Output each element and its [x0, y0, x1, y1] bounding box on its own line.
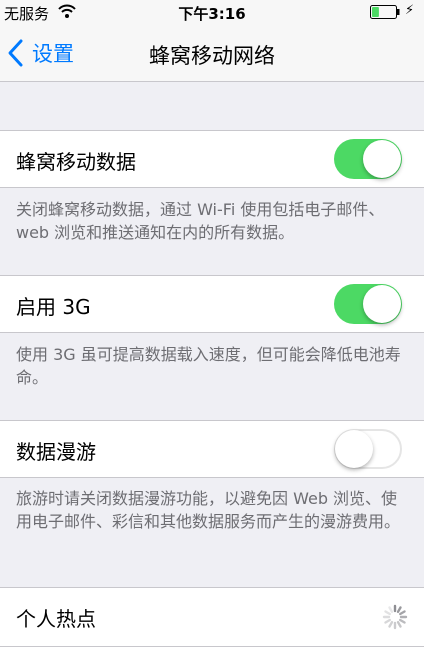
cellular-data-footer: 关闭蜂窝移动数据，通过 Wi-Fi 使用包括电子邮件、web 浏览和推送通知在内…	[16, 200, 385, 242]
charging-bolt-icon: ⚡	[405, 3, 415, 18]
toggle-knob	[335, 430, 373, 468]
battery-icon	[370, 5, 400, 19]
status-bar: 无服务 下午3:16 ⚡	[0, 0, 424, 24]
personal-hotspot-label: 个人热点	[16, 607, 96, 631]
data-roaming-row: 数据漫游	[0, 420, 424, 478]
enable-3g-footer: 使用 3G 虽可提高数据载入速度，但可能会降低电池寿命。	[16, 345, 401, 387]
data-roaming-label: 数据漫游	[16, 440, 96, 464]
navigation-bar: 设置 蜂窝移动网络	[0, 24, 424, 82]
data-roaming-footer: 旅游时请关闭数据漫游功能，以避免因 Web 浏览、使用电子邮件、彩信和其他数据服…	[16, 489, 401, 531]
loading-spinner-icon	[382, 604, 408, 630]
cellular-data-row: 蜂窝移动数据	[0, 130, 424, 188]
personal-hotspot-row[interactable]: 个人热点	[0, 587, 424, 647]
toggle-knob	[363, 285, 401, 323]
toggle-knob	[363, 140, 401, 178]
page-title: 蜂窝移动网络	[149, 44, 275, 68]
cellular-data-toggle[interactable]	[334, 139, 402, 179]
data-roaming-toggle[interactable]	[334, 429, 402, 469]
enable-3g-row: 启用 3G	[0, 275, 424, 333]
status-time: 下午3:16	[178, 5, 246, 23]
enable-3g-label: 启用 3G	[16, 295, 91, 319]
cellular-data-label: 蜂窝移动数据	[16, 150, 136, 174]
enable-3g-toggle[interactable]	[334, 284, 402, 324]
